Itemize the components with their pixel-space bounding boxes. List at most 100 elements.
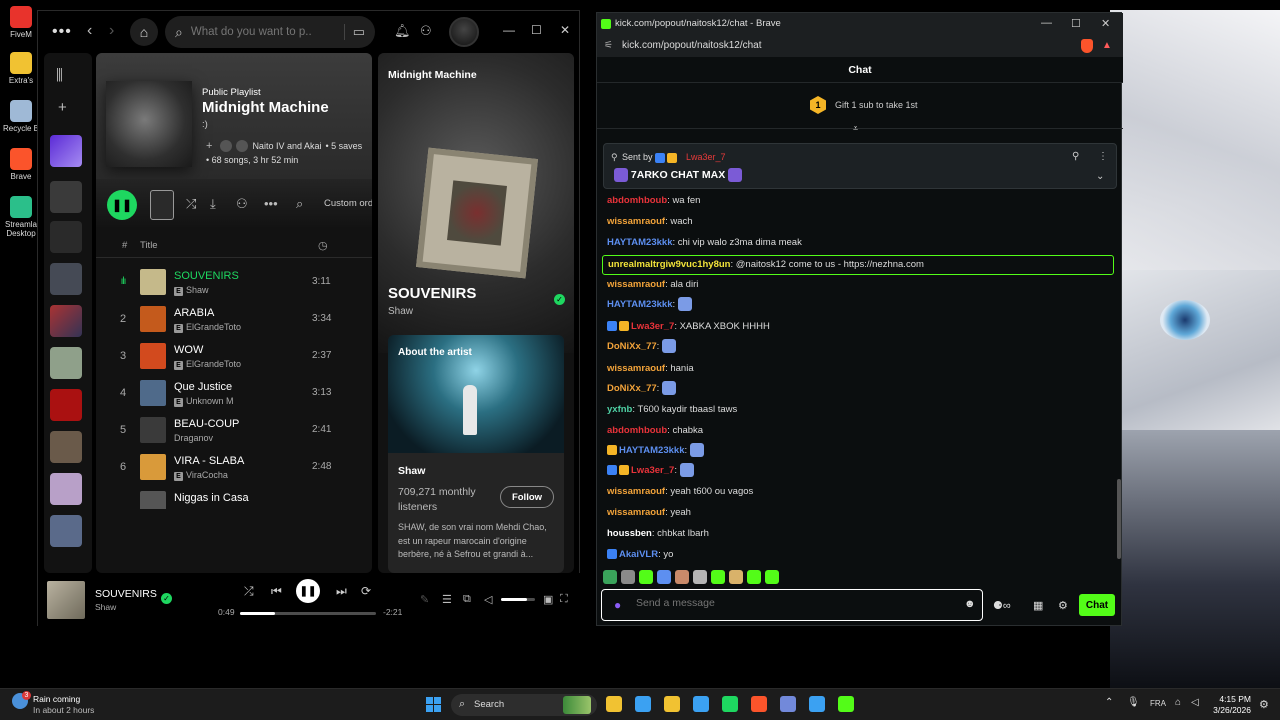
search-input[interactable] [190, 26, 311, 38]
track-title[interactable]: SOUVENIRS [174, 270, 239, 282]
file-explorer-icon[interactable] [606, 696, 622, 712]
url-text[interactable]: kick.com/popout/naitosk12/chat [622, 40, 762, 51]
library-thumb[interactable] [50, 263, 82, 295]
brave-shield-icon[interactable] [1081, 39, 1093, 53]
track-row[interactable]: 2 ARABIA E ElGrandeToto 3:34 [96, 302, 372, 338]
playlist-preview-button[interactable] [150, 190, 174, 220]
chat-username[interactable]: DoNiXx_77 [607, 341, 657, 352]
minimize-icon[interactable]: — [503, 23, 515, 37]
microphone-icon[interactable]: ● [614, 598, 621, 612]
clock-date[interactable]: 3/26/2026 [1203, 705, 1251, 715]
shuffle-icon[interactable]: ⤮ [244, 584, 254, 599]
lyrics-icon[interactable]: ✎ [420, 593, 429, 606]
chat-message[interactable]: wissamraouf: wach [607, 214, 693, 230]
chevron-down-icon[interactable]: ⌄ [1096, 171, 1104, 182]
chat-scrollbar[interactable] [1117, 479, 1121, 559]
chat-username[interactable]: HAYTAM23kkk [619, 445, 684, 456]
maximize-icon[interactable]: ☐ [1071, 17, 1081, 30]
collapse-icon[interactable]: ⩡ [853, 123, 858, 134]
chat-message[interactable]: AkaiVLR: yo [607, 547, 673, 563]
player-track-artist[interactable]: Shaw [95, 602, 116, 612]
track-artist-name[interactable]: Shaw [186, 285, 209, 295]
maximize-icon[interactable]: ☐ [531, 23, 542, 37]
close-icon[interactable]: ✕ [560, 23, 570, 37]
desktop-icon-extras[interactable]: Extra's [3, 52, 39, 85]
notification-bell-icon[interactable]: ⚙ [1259, 698, 1269, 711]
chat-message[interactable]: abdomhboub: wa fen [607, 193, 700, 209]
minimize-icon[interactable]: — [1041, 17, 1052, 29]
play-pause-button[interactable]: ❚❚ [296, 579, 320, 603]
desktop-icon-brave[interactable]: Brave [3, 148, 39, 181]
track-title[interactable]: BEAU-COUP [174, 418, 239, 430]
home-button[interactable]: ⌂ [130, 18, 158, 46]
emote-icon[interactable] [729, 569, 743, 584]
chat-message[interactable]: unrealmaltrgiw9vuc1hy8un: @naitosk12 com… [602, 255, 1114, 275]
desktop-icon-streamlabs[interactable]: Streamla Desktop [3, 196, 39, 238]
settings-gear-icon[interactable]: ⚙ [1058, 599, 1068, 612]
pause-button[interactable]: ❚❚ [107, 190, 137, 220]
chat-username[interactable]: Lwa3er_7 [631, 465, 674, 476]
track-row[interactable]: 4 Que Justice E Unknown M 3:13 [96, 376, 372, 412]
pinned-message[interactable]: ⚲ Sent by Lwa3er_7 7ARKO CHAT MAX ⚲ ⋮ ⌄ [603, 143, 1117, 189]
sort-order-button[interactable]: Custom ord [324, 198, 372, 209]
track-artist-name[interactable]: Unknown M [186, 396, 234, 406]
chat-username[interactable]: abdomhboub [607, 425, 667, 436]
site-settings-icon[interactable]: ⚟ [604, 40, 613, 51]
download-icon[interactable]: ⤓ [210, 196, 216, 212]
kick-icon[interactable] [838, 696, 854, 712]
column-title[interactable]: Title [140, 240, 158, 251]
chat-message[interactable]: wissamraouf: yeah [607, 505, 691, 521]
brave-icon[interactable] [751, 696, 767, 712]
library-thumb[interactable] [50, 305, 82, 337]
fullscreen-icon[interactable]: ⛶ [560, 593, 568, 606]
track-row[interactable]: Niggas in Casa [96, 487, 372, 509]
more-options-icon[interactable]: ⋮ [1098, 151, 1108, 162]
kick-points-icon[interactable]: ⚈∞ [993, 599, 1011, 612]
chat-message[interactable]: Lwa3er_7: [607, 463, 694, 479]
start-button[interactable] [426, 697, 441, 712]
chat-username[interactable]: wissamraouf [607, 216, 665, 227]
emote-icon[interactable] [657, 569, 671, 584]
user-avatar[interactable] [449, 17, 479, 47]
chat-username[interactable]: DoNiXx_77 [607, 383, 657, 394]
emote-icon[interactable] [639, 569, 653, 584]
spotify-icon[interactable] [722, 696, 738, 712]
track-title[interactable]: ARABIA [174, 307, 214, 319]
emote-icon[interactable] [603, 569, 617, 584]
track-title[interactable]: Niggas in Casa [174, 492, 249, 504]
chat-message[interactable]: Lwa3er_7: XABKA XBOK HHHH [607, 319, 770, 335]
chat-username[interactable]: HAYTAM23kkk [607, 237, 672, 248]
emote-icon[interactable] [711, 569, 725, 584]
invite-collaborator-icon[interactable]: ⚇ [236, 196, 248, 212]
chat-username[interactable]: unrealmaltrgiw9vuc1hy8un [608, 259, 730, 270]
microphone-icon[interactable]: 🎙︎ [1127, 697, 1140, 708]
add-icon[interactable]: + [206, 140, 212, 152]
track-title[interactable]: VIRA - SLABA [174, 455, 244, 467]
chat-message[interactable]: DoNiXx_77: [607, 339, 676, 355]
liked-songs-thumb[interactable] [50, 135, 82, 167]
chat-username[interactable]: yxfnb [607, 404, 632, 415]
spotify-search-bar[interactable]: ⌕ ▭ [165, 16, 375, 48]
emoji-icon[interactable]: ☻ [964, 598, 976, 610]
track-row[interactable]: 3 WOW E ElGrandeToto 2:37 [96, 339, 372, 375]
volume-icon[interactable]: ◁ [1191, 697, 1199, 708]
clock-time[interactable]: 4:15 PM [1215, 694, 1251, 704]
emote-icon[interactable] [621, 569, 635, 584]
next-icon[interactable]: ⏭︎ [336, 584, 347, 599]
player-track-title[interactable]: SOUVENIRS [95, 588, 157, 600]
track-row[interactable]: ılı SOUVENIRS E Shaw 3:11 [96, 265, 372, 301]
folder-icon[interactable] [664, 696, 680, 712]
library-thumb[interactable] [50, 389, 82, 421]
chat-username[interactable]: wissamraouf [607, 507, 665, 518]
mail-icon[interactable] [809, 696, 825, 712]
create-plus-icon[interactable]: + [58, 99, 67, 116]
forward-arrow-icon[interactable]: › [109, 22, 114, 40]
chat-message[interactable]: abdomhboub: chabka [607, 423, 703, 439]
chat-message[interactable]: wissamraouf: ala diri [607, 277, 698, 293]
address-bar[interactable]: ⚟ kick.com/popout/naitosk12/chat ▲ [597, 35, 1123, 57]
connect-device-icon[interactable]: ⧉ [463, 593, 471, 606]
chat-message[interactable]: wissamraouf: hania [607, 361, 694, 377]
library-thumb[interactable] [50, 515, 82, 547]
library-thumb[interactable] [50, 473, 82, 505]
emote-icon[interactable] [765, 569, 779, 584]
